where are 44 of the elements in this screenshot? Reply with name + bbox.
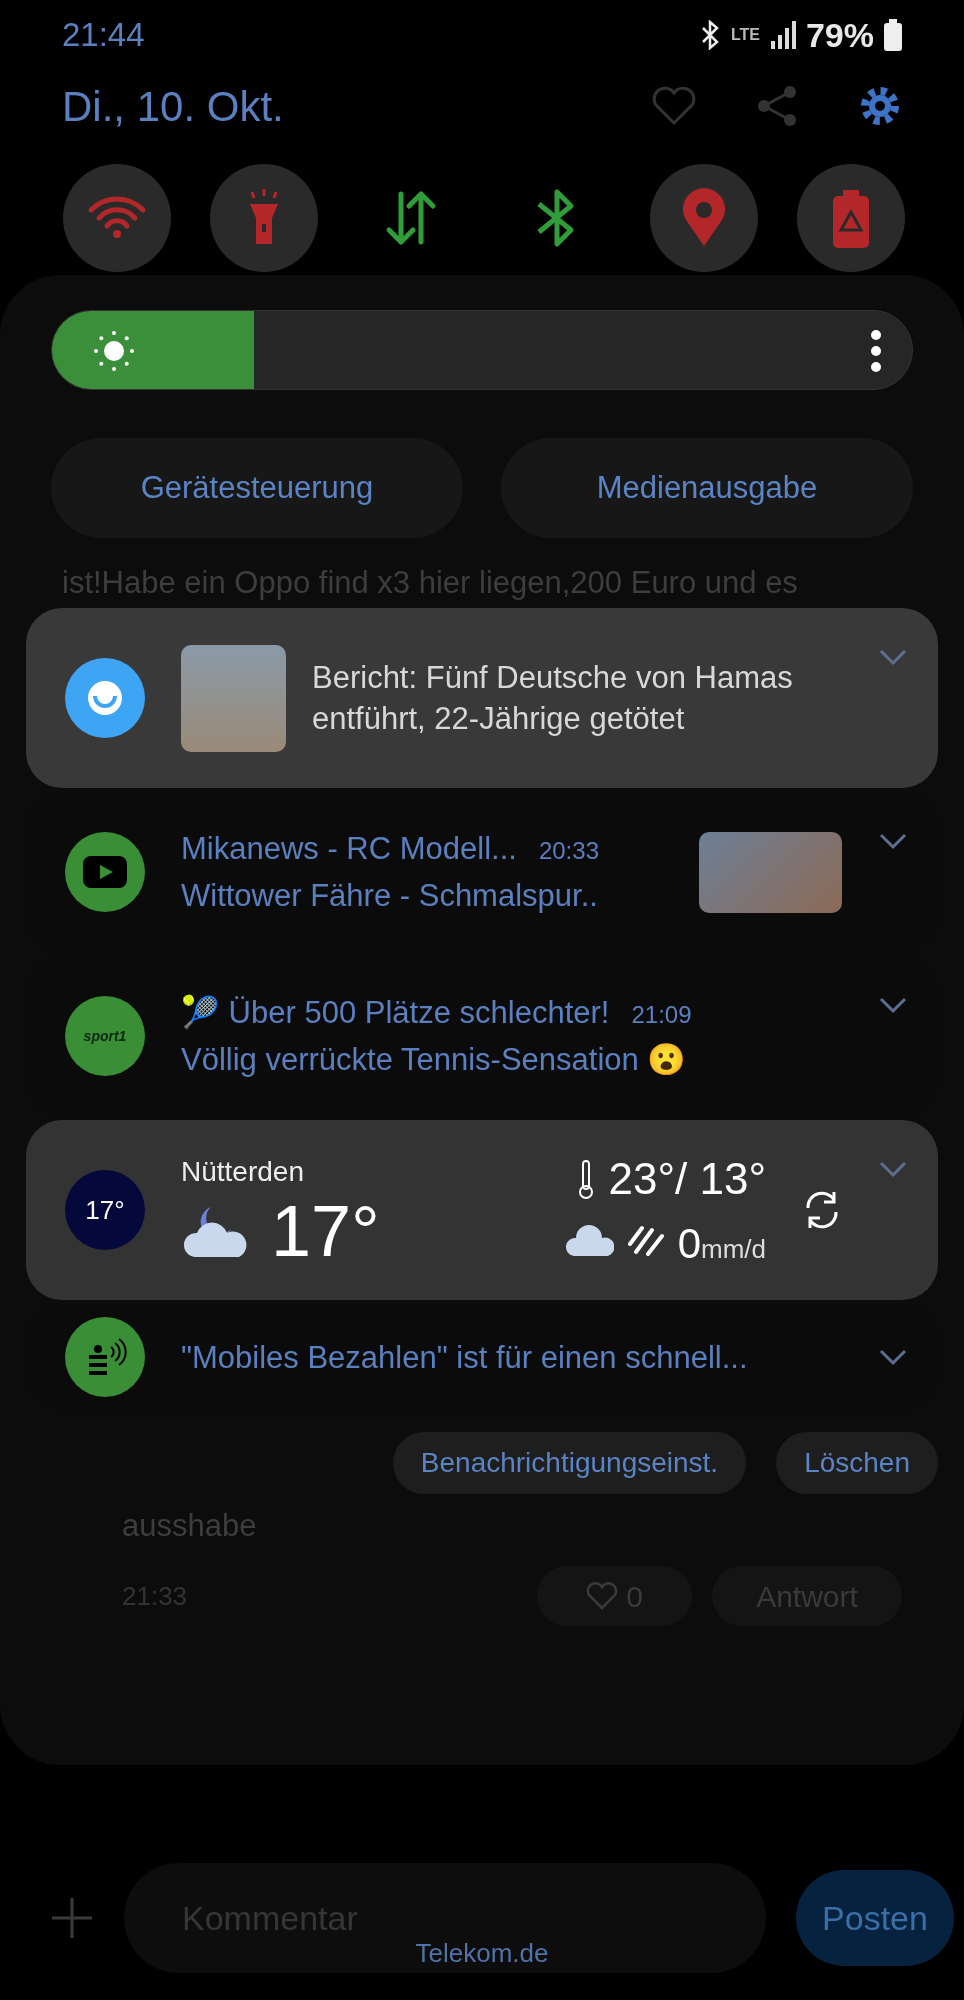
thermometer-icon <box>578 1158 595 1199</box>
signal-icon <box>769 21 796 49</box>
weather-location: Nütterden <box>181 1155 305 1189</box>
footer-button[interactable]: Löschen <box>776 1432 938 1494</box>
notification-title: Bericht: Fünf Deutsche von Hamas entführt, 22-Jährige getötet <box>312 659 794 738</box>
notification-card[interactable]: 17° Nütterden 17° 23°/ 13° 0mm/d <box>26 1120 938 1300</box>
post-button[interactable]: Posten <box>796 1870 954 1966</box>
smiley-icon <box>85 678 125 718</box>
high-low-temperature: 23°/ 13° <box>608 1152 766 1205</box>
current-temperature: 17° <box>271 1193 380 1269</box>
more-options-icon[interactable] <box>870 329 882 373</box>
footer-button[interactable]: Benachrichtigungseinst. <box>392 1432 747 1494</box>
notification-card[interactable]: Bericht: Fünf Deutsche von Hamas entführt, 22-Jährige getötet <box>26 608 938 788</box>
expand-chevron-icon[interactable] <box>878 1348 908 1366</box>
share-icon <box>756 84 798 128</box>
notification-text: Völlig verrückte Tennis-Sensation 😮 <box>181 1041 688 1079</box>
date-label: Di., 10. Okt. <box>62 81 284 132</box>
heart-icon <box>652 86 696 126</box>
notification-title: Mikanews - RC Modell... <box>181 830 517 868</box>
notification-title: 🎾 Über 500 Plätze schlechter! <box>181 993 610 1032</box>
notification-time: 20:33 <box>538 836 599 866</box>
battery-percent: 79% <box>805 14 874 56</box>
app-temperature-label: 17° <box>85 1193 125 1227</box>
expand-chevron-icon[interactable] <box>878 1160 908 1178</box>
settings-icon[interactable] <box>858 84 902 128</box>
clock: 21:44 <box>62 15 145 56</box>
rain-icon <box>627 1223 664 1258</box>
panel-button[interactable]: Gerätesteuerung <box>51 438 463 538</box>
battery-icon <box>884 19 902 51</box>
app-logo-text: sport1 <box>83 1026 127 1046</box>
precipitation-value: 0mm/d <box>677 1218 766 1269</box>
expand-chevron-icon[interactable] <box>878 648 908 666</box>
notification-title: "Mobiles Bezahlen" ist für einen schnell... <box>181 1338 749 1377</box>
heart-icon <box>586 1582 619 1610</box>
play-icon <box>83 856 127 888</box>
network-type: LTE <box>730 25 760 45</box>
expand-chevron-icon[interactable] <box>878 832 908 850</box>
notification-time: 21:09 <box>631 1000 692 1030</box>
panel-button[interactable]: Medienausgabe <box>501 438 913 538</box>
browser-domain: Telekom.de <box>415 1938 549 1968</box>
sun-icon <box>92 329 136 373</box>
notification-text: Wittower Fähre - Schmalspur.. <box>181 877 599 915</box>
cloud-icon <box>563 1223 614 1258</box>
expand-chevron-icon[interactable] <box>878 996 908 1014</box>
